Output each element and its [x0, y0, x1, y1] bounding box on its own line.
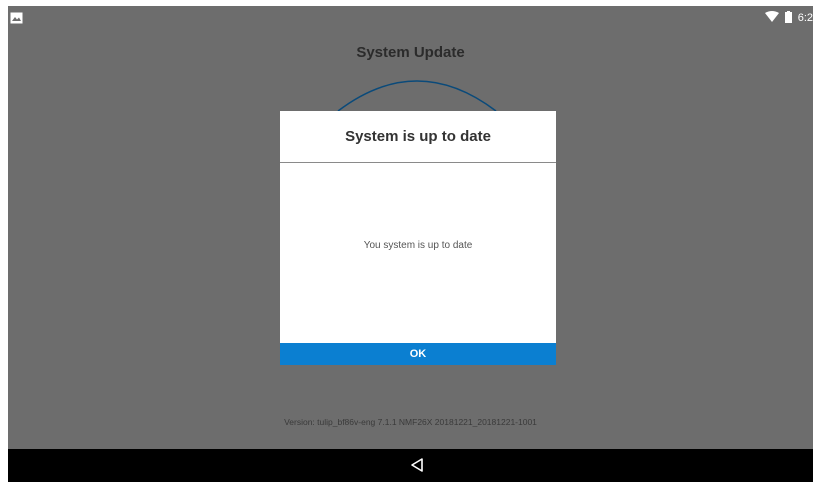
navigation-bar: [8, 449, 813, 482]
status-bar: 6:2: [8, 6, 813, 30]
dialog-divider: [280, 162, 556, 163]
page-title: System Update: [356, 44, 465, 61]
back-triangle-icon[interactable]: [410, 457, 424, 473]
update-dialog: System is up to date You system is up to…: [280, 111, 556, 365]
version-text: Version: tulip_bf86v-eng 7.1.1 NMF26X 20…: [284, 417, 537, 427]
dialog-title: System is up to date: [345, 128, 491, 145]
status-time: 6:2: [797, 12, 813, 24]
screen: 6:2 System Update Version: tulip_bf86v-e…: [8, 6, 813, 482]
status-indicators: 6:2: [764, 9, 813, 27]
dialog-message: You system is up to date: [363, 240, 473, 251]
battery-icon: [784, 10, 792, 26]
wifi-icon: [764, 11, 779, 25]
ok-button[interactable]: OK: [280, 343, 556, 365]
image-icon: [10, 11, 23, 24]
